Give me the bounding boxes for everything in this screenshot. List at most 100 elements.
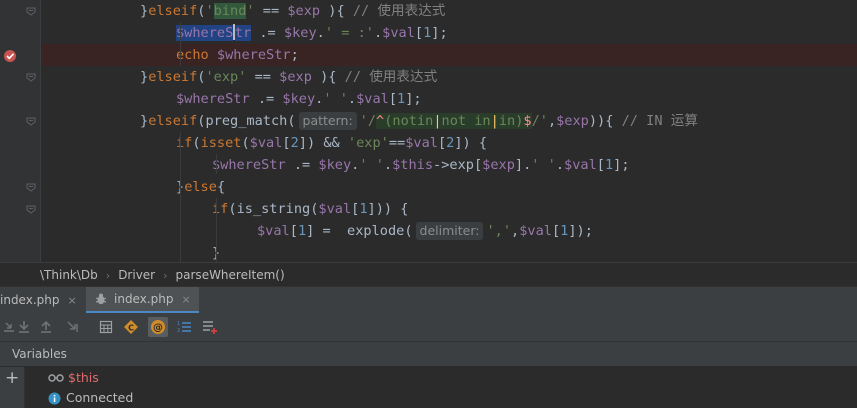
code-token: .= <box>285 157 319 173</box>
code-token: { <box>216 179 226 195</box>
code-token: ]; <box>613 157 630 173</box>
variables-panel: + $this Connected <box>0 367 857 408</box>
code-token: . <box>373 25 383 41</box>
debug-bug-icon <box>94 292 108 306</box>
indent-guide <box>180 198 181 262</box>
breakpoint-icon[interactable] <box>3 48 17 62</box>
tab-index-php-2[interactable]: index.php × <box>86 287 199 313</box>
code-token: echo <box>176 47 217 63</box>
code-token: $ <box>523 113 532 129</box>
code-token: $exp <box>279 69 312 85</box>
code-token: elseif <box>148 3 198 19</box>
code-token: $whereStr <box>212 157 286 173</box>
code-token: ; <box>290 47 299 63</box>
code-token: 'exp' <box>347 135 389 151</box>
code-comment: // 使用表达式 <box>352 3 446 19</box>
step-into-icon[interactable] <box>14 317 34 337</box>
variable-row-connected[interactable]: Connected <box>48 389 133 407</box>
code-token: ->exp[ <box>433 157 483 173</box>
breadcrumb-class[interactable]: Driver <box>110 268 163 282</box>
code-line[interactable]: if(is_string($val[1])) { <box>41 198 857 220</box>
evaluate-icon[interactable] <box>96 317 116 337</box>
tab-label: index.php <box>0 293 60 307</box>
code-token: ){ <box>320 3 353 19</box>
code-line[interactable]: }else{ <box>41 176 857 198</box>
code-token: == <box>254 3 288 19</box>
code-token: $val <box>382 25 415 41</box>
code-token: [ <box>551 223 561 239</box>
code-token: if <box>176 135 193 151</box>
fold-marker-icon[interactable] <box>26 204 36 214</box>
indent-guide <box>216 198 217 262</box>
code-token: ',' <box>486 223 512 239</box>
editor-gutter[interactable] <box>0 0 41 262</box>
run-to-cursor-icon[interactable] <box>63 317 83 337</box>
tab-label: index.php <box>114 292 174 306</box>
code-token: $val <box>318 201 352 217</box>
code-token: elseif <box>148 113 198 129</box>
close-icon[interactable]: × <box>67 294 76 307</box>
code-token: ' <box>246 3 255 19</box>
code-token: ^ <box>376 113 385 129</box>
tab-index-php-1[interactable]: index.php × <box>0 287 85 313</box>
code-line[interactable]: $whereStr .= $key.' '.$val[1]; <box>41 88 857 110</box>
code-line[interactable]: $val[1] = explode(delimiter: ',',$val[1])… <box>41 220 857 242</box>
selected-token: tr <box>234 25 252 41</box>
fold-marker-icon[interactable] <box>26 116 36 126</box>
code-token: ' ' <box>359 157 384 173</box>
variables-title: Variables <box>12 347 67 361</box>
code-token: ( <box>287 113 296 129</box>
variable-name: Connected <box>66 390 134 405</box>
variable-row-this[interactable]: $this <box>48 369 99 387</box>
code-token: if <box>212 201 229 217</box>
indent-guide <box>180 22 181 66</box>
code-token: | <box>490 113 499 129</box>
code-token: [ <box>414 25 424 41</box>
code-token: } <box>140 113 149 129</box>
code-token: 1 <box>297 223 307 239</box>
code-token: ])) { <box>367 201 409 217</box>
svg-text:2: 2 <box>177 328 180 334</box>
code-line[interactable]: }elseif(preg_match(pattern: '/^(notin|not… <box>41 110 857 132</box>
code-token: . <box>555 157 565 173</box>
code-editor[interactable]: }elseif('bind' == $exp ){ // 使用表达式 $where… <box>0 0 857 262</box>
code-token: explode <box>347 223 405 239</box>
at-icon[interactable]: @ <box>148 317 168 337</box>
code-token: [ <box>289 223 298 239</box>
fold-marker-icon[interactable] <box>26 6 36 16</box>
code-token: [ <box>437 135 447 151</box>
fold-marker-icon[interactable] <box>26 72 36 82</box>
fold-marker-icon[interactable] <box>26 182 36 192</box>
code-line[interactable]: if(isset($val[2]) && 'exp'==$val[2]) { <box>41 132 857 154</box>
code-token: elseif <box>148 69 198 85</box>
code-token: $key <box>318 157 352 173</box>
code-comment: // IN 运算 <box>621 113 698 129</box>
code-token: $this <box>392 157 434 173</box>
parameter-hint: pattern: <box>298 112 357 130</box>
code-line[interactable]: $whereStr .= $key.' '.$this->exp[$exp].'… <box>41 154 857 176</box>
parameter-hint: delimiter: <box>415 222 484 240</box>
add-watch-icon[interactable] <box>200 317 220 337</box>
add-icon[interactable]: + <box>5 369 19 387</box>
code-token: '/ <box>359 113 377 129</box>
watch-glasses-icon <box>48 373 64 383</box>
code-line[interactable]: }elseif('bind' == $exp ){ // 使用表达式 <box>41 0 857 22</box>
code-line[interactable]: echo $whereStr; <box>41 44 857 66</box>
code-token: $whereStr <box>176 91 250 107</box>
code-token: 1 <box>359 201 368 217</box>
breadcrumb-namespace[interactable]: \Think\Db <box>0 268 106 282</box>
code-token: 2 <box>290 135 299 151</box>
code-line[interactable]: }elseif('exp' == $exp ){ // 使用表达式 <box>41 66 857 88</box>
code-line[interactable]: $whereS tr .= $key.' = :'.$val[1]; <box>41 22 857 44</box>
breadcrumb-method[interactable]: parseWhereItem() <box>168 268 293 282</box>
class-icon[interactable]: C <box>121 317 141 337</box>
code-token: } <box>140 69 149 85</box>
list-icon[interactable]: 12 <box>174 317 194 337</box>
code-token: ]; <box>431 25 448 41</box>
code-token: ( <box>241 135 250 151</box>
code-line[interactable]: } <box>41 242 857 262</box>
step-out-icon[interactable] <box>36 317 56 337</box>
svg-text:1: 1 <box>177 321 180 327</box>
code-token: , <box>547 113 557 129</box>
close-icon[interactable]: × <box>181 293 190 306</box>
